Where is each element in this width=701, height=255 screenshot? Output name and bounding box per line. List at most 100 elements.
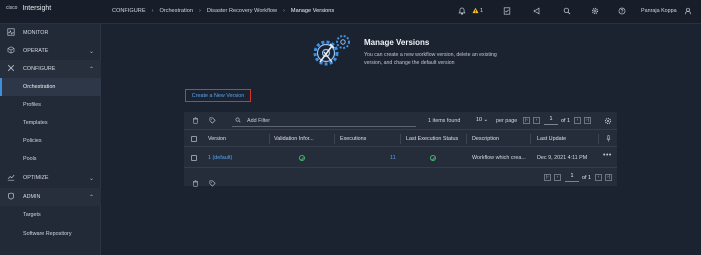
warning-icon[interactable]: [472, 7, 479, 16]
chevron-right-icon: ›: [199, 8, 201, 14]
tag-icon[interactable]: [209, 174, 216, 192]
sidebar-item-operate[interactable]: OPERATE ⌄: [0, 42, 101, 60]
sidebar-label: OPTIMIZE: [23, 175, 49, 181]
next-page-icon[interactable]: ›: [574, 117, 581, 124]
delete-trash-icon[interactable]: [192, 174, 199, 192]
column-last-execution-status[interactable]: Last Execution Status: [406, 136, 458, 142]
per-page-select[interactable]: 10 ⌄: [476, 117, 488, 123]
sidebar-item-software-repository[interactable]: Software Repository: [0, 225, 101, 243]
breadcrumb-workflow[interactable]: Disaster Recovery Workflow: [207, 8, 277, 14]
sidebar: MONITOR OPERATE ⌄ CONFIGURE ⌃ Orchestrat…: [0, 24, 101, 255]
filter-search-icon: [235, 117, 241, 125]
page-of-total: of 1: [582, 175, 591, 181]
sidebar-item-pools[interactable]: Pools: [0, 150, 101, 168]
per-page-label: per page: [496, 118, 518, 124]
column-description[interactable]: Description: [472, 136, 499, 142]
requests-icon[interactable]: [503, 7, 511, 17]
row-checkbox[interactable]: [191, 155, 197, 161]
search-icon[interactable]: [563, 7, 571, 17]
sidebar-label: Software Repository: [23, 231, 72, 237]
app-logo[interactable]: cisco Intersight: [6, 5, 51, 12]
sidebar-label: CONFIGURE: [23, 66, 56, 72]
table-row[interactable]: 1 (default) 11 Workflow which crea... De…: [184, 148, 617, 168]
optimize-chart-icon: [6, 173, 15, 183]
table-header: Version Validation Infor... Executions L…: [184, 131, 617, 147]
manage-versions-gears-icon: [306, 32, 354, 72]
chevron-up-icon: ⌃: [88, 66, 94, 73]
next-page-icon[interactable]: ›: [595, 174, 602, 181]
column-divider: [269, 134, 270, 144]
row-last-update: Dec 9, 2021 4:11 PM: [537, 155, 588, 161]
pin-column-icon[interactable]: [606, 135, 611, 144]
help-icon[interactable]: [618, 7, 626, 17]
sidebar-item-monitor[interactable]: MONITOR: [0, 24, 101, 42]
column-validation[interactable]: Validation Infor...: [274, 136, 314, 142]
sidebar-item-templates[interactable]: Templates: [0, 114, 101, 132]
page-number-input[interactable]: 1: [544, 116, 558, 125]
chevron-down-icon: ⌄: [88, 175, 94, 182]
column-divider: [466, 134, 467, 144]
column-divider: [530, 134, 531, 144]
last-page-icon[interactable]: ›|: [605, 174, 612, 181]
page-of-total: of 1: [561, 118, 570, 124]
row-version[interactable]: 1 (default): [208, 155, 232, 161]
column-version[interactable]: Version: [208, 136, 226, 142]
top-bar: cisco Intersight CONFIGURE › Orchestrati…: [0, 0, 701, 24]
table-settings-gear-icon[interactable]: [604, 117, 612, 127]
row-executions[interactable]: 11: [390, 155, 396, 161]
column-executions[interactable]: Executions: [340, 136, 366, 142]
breadcrumb-configure[interactable]: CONFIGURE: [112, 8, 146, 14]
announcement-icon[interactable]: [533, 7, 541, 17]
column-divider: [334, 134, 335, 144]
breadcrumb-current: Manage Versions: [290, 8, 335, 14]
user-menu[interactable]: Panraja Koppa: [641, 8, 677, 14]
validation-success-icon: [299, 155, 305, 161]
page-description: You can create a new workflow version, d…: [364, 52, 497, 66]
filter-input[interactable]: Add Filter: [247, 118, 270, 124]
first-page-icon[interactable]: |‹: [544, 174, 551, 181]
select-all-checkbox[interactable]: [191, 136, 197, 142]
per-page-value: 10: [476, 117, 482, 123]
page-title: Manage Versions: [364, 38, 430, 47]
chevron-right-icon: ›: [283, 8, 285, 14]
items-found-count: 1 items found: [428, 118, 461, 124]
column-divider: [598, 134, 599, 144]
sidebar-item-configure[interactable]: CONFIGURE ⌃: [0, 60, 101, 78]
sidebar-label: Orchestration: [23, 84, 56, 90]
user-avatar-icon[interactable]: [684, 7, 692, 17]
admin-icon: [6, 192, 15, 202]
versions-table: Add Filter 1 items found 10 ⌄ per page |…: [184, 112, 617, 187]
sidebar-label: MONITOR: [23, 30, 49, 36]
monitor-icon: [6, 28, 15, 38]
sidebar-label: Pools: [23, 156, 37, 162]
create-new-version-button[interactable]: Create a New Version: [185, 89, 251, 102]
sidebar-item-orchestration[interactable]: Orchestration: [0, 78, 101, 96]
sidebar-item-targets[interactable]: Targets: [0, 206, 101, 224]
sidebar-item-profiles[interactable]: Profiles: [0, 96, 101, 114]
app-name: Intersight: [22, 5, 52, 12]
filter-underline: [232, 126, 416, 127]
row-actions-more-icon[interactable]: •••: [603, 152, 612, 159]
sidebar-label: ADMIN: [23, 194, 41, 200]
breadcrumb-orchestration[interactable]: Orchestration: [159, 8, 193, 14]
table-footer: |‹ ‹ 1 of 1 › ›|: [184, 169, 617, 187]
tag-icon[interactable]: [209, 117, 216, 126]
sidebar-label: Profiles: [23, 102, 41, 108]
prev-page-icon[interactable]: ‹: [554, 174, 561, 181]
alert-count[interactable]: 1: [480, 8, 483, 14]
prev-page-icon[interactable]: ‹: [533, 117, 540, 124]
column-last-update[interactable]: Last Update: [537, 136, 566, 142]
chevron-down-icon: ⌄: [483, 117, 489, 123]
sidebar-item-optimize[interactable]: OPTIMIZE ⌄: [0, 169, 101, 187]
sidebar-label: Targets: [23, 212, 41, 218]
chevron-right-icon: ›: [151, 8, 154, 14]
first-page-icon[interactable]: |‹: [523, 117, 530, 124]
bell-icon[interactable]: [458, 7, 466, 17]
configure-tools-icon: [6, 64, 15, 74]
sidebar-item-policies[interactable]: Policies: [0, 132, 101, 150]
sidebar-item-admin[interactable]: ADMIN ⌃: [0, 188, 101, 206]
delete-trash-icon[interactable]: [192, 117, 199, 126]
last-page-icon[interactable]: ›|: [584, 117, 591, 124]
settings-gear-icon[interactable]: [591, 7, 599, 17]
page-number-input[interactable]: 1: [565, 173, 579, 182]
